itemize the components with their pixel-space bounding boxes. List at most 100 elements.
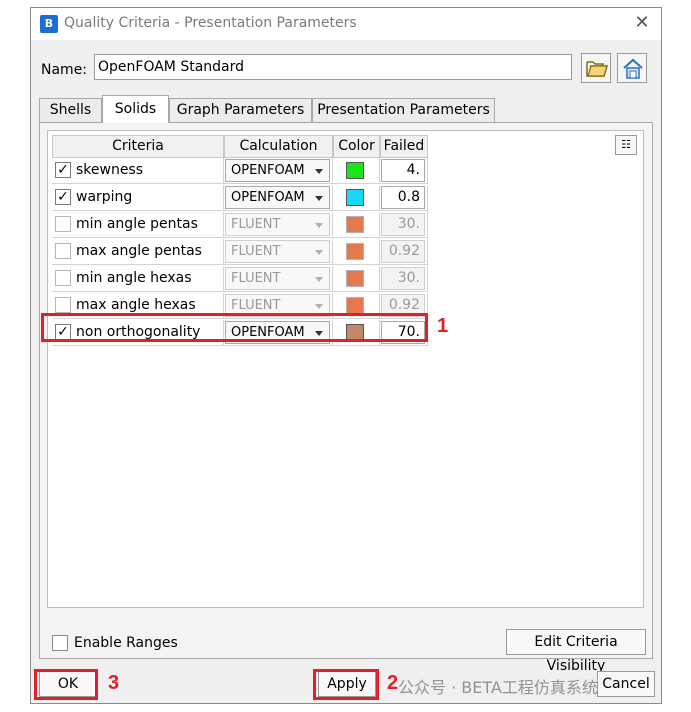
close-button[interactable]: ✕: [631, 11, 653, 35]
color-swatch[interactable]: [346, 189, 364, 206]
header-criteria[interactable]: Criteria: [52, 135, 224, 158]
tab-solids[interactable]: Solids: [102, 95, 169, 123]
dropdown-arrow-icon: [315, 304, 323, 309]
dropdown-arrow-icon: [315, 277, 323, 282]
failed-cell: 4.: [380, 158, 428, 184]
window-title: Quality Criteria - Presentation Paramete…: [64, 15, 357, 31]
dropdown-arrow-icon: [315, 196, 323, 201]
name-label: Name:: [41, 62, 88, 78]
tab-presentation-parameters[interactable]: Presentation Parameters: [312, 98, 495, 122]
header-color[interactable]: Color: [333, 135, 380, 158]
calculation-dropdown[interactable]: FLUENT: [225, 213, 330, 236]
failed-threshold-field[interactable]: 0.92: [381, 240, 425, 263]
color-cell: [333, 239, 380, 265]
calculation-dropdown[interactable]: FLUENT: [225, 240, 330, 263]
calculation-cell: FLUENT: [224, 239, 333, 265]
annotation-number-1: 1: [437, 315, 449, 337]
home-save-icon: [623, 58, 643, 79]
solids-panel: Criteria Calculation Color Failed ☷ ✓ ske…: [39, 122, 653, 674]
header-failed[interactable]: Failed: [380, 135, 428, 158]
table-row: max angle pentas FLUENT 0.92: [52, 239, 432, 266]
tab-shells[interactable]: Shells: [39, 98, 102, 122]
failed-cell: 30.: [380, 266, 428, 292]
annotation-number-3: 3: [108, 672, 120, 694]
criteria-cell: ✓ skewness: [52, 158, 224, 184]
criteria-label: warping: [76, 189, 133, 205]
criteria-cell: max angle pentas: [52, 239, 224, 265]
color-swatch[interactable]: [346, 243, 364, 260]
dropdown-arrow-icon: [315, 250, 323, 255]
annotation-number-2: 2: [387, 672, 399, 694]
failed-threshold-field[interactable]: 4.: [381, 159, 425, 182]
tab-graph-parameters[interactable]: Graph Parameters: [169, 98, 312, 122]
calculation-dropdown[interactable]: OPENFOAM: [225, 159, 330, 182]
color-swatch[interactable]: [346, 297, 364, 314]
calculation-value: OPENFOAM: [231, 163, 305, 178]
criteria-checkbox[interactable]: [55, 216, 71, 232]
open-folder-button[interactable]: [581, 53, 611, 83]
calculation-value: FLUENT: [231, 271, 281, 286]
calculation-value: FLUENT: [231, 217, 281, 232]
watermark-text: 公众号 · BETA工程仿真系统: [398, 678, 598, 697]
color-swatch[interactable]: [346, 270, 364, 287]
folder-open-icon: [586, 61, 609, 77]
criteria-checkbox[interactable]: ✓: [55, 189, 71, 205]
calculation-value: OPENFOAM: [231, 190, 305, 205]
color-swatch[interactable]: [346, 216, 364, 233]
failed-threshold-field[interactable]: 30.: [381, 267, 425, 290]
name-input[interactable]: [94, 54, 572, 80]
criteria-checkbox[interactable]: [55, 297, 71, 313]
criteria-checkbox[interactable]: [55, 243, 71, 259]
cancel-button[interactable]: Cancel: [597, 671, 655, 697]
calculation-cell: FLUENT: [224, 212, 333, 238]
color-cell: [333, 212, 380, 238]
column-list-icon: ☷: [621, 138, 631, 151]
enable-ranges-checkbox[interactable]: [52, 635, 68, 651]
calculation-cell: OPENFOAM: [224, 185, 333, 211]
highlight-box-ok: [34, 669, 98, 700]
header-calculation[interactable]: Calculation: [224, 135, 333, 158]
table-row: min angle pentas FLUENT 30.: [52, 212, 432, 239]
failed-cell: 0.92: [380, 239, 428, 265]
criteria-label: min angle pentas: [76, 216, 198, 232]
quality-criteria-dialog: B Quality Criteria - Presentation Parame…: [30, 7, 662, 704]
criteria-checkbox[interactable]: ✓: [55, 162, 71, 178]
criteria-table: Criteria Calculation Color Failed ☷ ✓ ske…: [47, 130, 644, 608]
criteria-checkbox[interactable]: [55, 270, 71, 286]
edit-criteria-visibility-button[interactable]: Edit Criteria Visibility: [506, 629, 646, 674]
dropdown-arrow-icon: [315, 169, 323, 174]
highlight-box-apply: [313, 669, 379, 700]
calculation-value: FLUENT: [231, 244, 281, 259]
calculation-value: FLUENT: [231, 298, 281, 313]
criteria-cell: ✓ warping: [52, 185, 224, 211]
failed-cell: 0.8: [380, 185, 428, 211]
color-swatch[interactable]: [346, 162, 364, 179]
criteria-cell: min angle pentas: [52, 212, 224, 238]
enable-ranges-label: Enable Ranges: [74, 635, 178, 651]
calculation-cell: OPENFOAM: [224, 158, 333, 184]
save-to-database-button[interactable]: [617, 53, 647, 83]
calculation-dropdown[interactable]: FLUENT: [225, 267, 330, 290]
calculation-dropdown[interactable]: OPENFOAM: [225, 186, 330, 209]
title-bar: B Quality Criteria - Presentation Parame…: [31, 8, 661, 40]
table-row: ✓ skewness OPENFOAM 4.: [52, 158, 432, 185]
criteria-label: skewness: [76, 162, 144, 178]
criteria-cell: min angle hexas: [52, 266, 224, 292]
column-settings-button[interactable]: ☷: [615, 135, 637, 155]
failed-cell: 30.: [380, 212, 428, 238]
color-cell: [333, 158, 380, 184]
criteria-label: max angle pentas: [76, 243, 202, 259]
table-row: min angle hexas FLUENT 30.: [52, 266, 432, 293]
failed-threshold-field[interactable]: 30.: [381, 213, 425, 236]
criteria-label: min angle hexas: [76, 270, 192, 286]
color-cell: [333, 266, 380, 292]
calculation-cell: FLUENT: [224, 266, 333, 292]
dropdown-arrow-icon: [315, 223, 323, 228]
color-cell: [333, 185, 380, 211]
close-icon: ✕: [634, 12, 650, 33]
failed-threshold-field[interactable]: 0.8: [381, 186, 425, 209]
table-row: ✓ warping OPENFOAM 0.8: [52, 185, 432, 212]
highlight-box-row: [41, 313, 428, 342]
app-logo-icon: B: [40, 15, 58, 33]
criteria-label: max angle hexas: [76, 297, 196, 313]
